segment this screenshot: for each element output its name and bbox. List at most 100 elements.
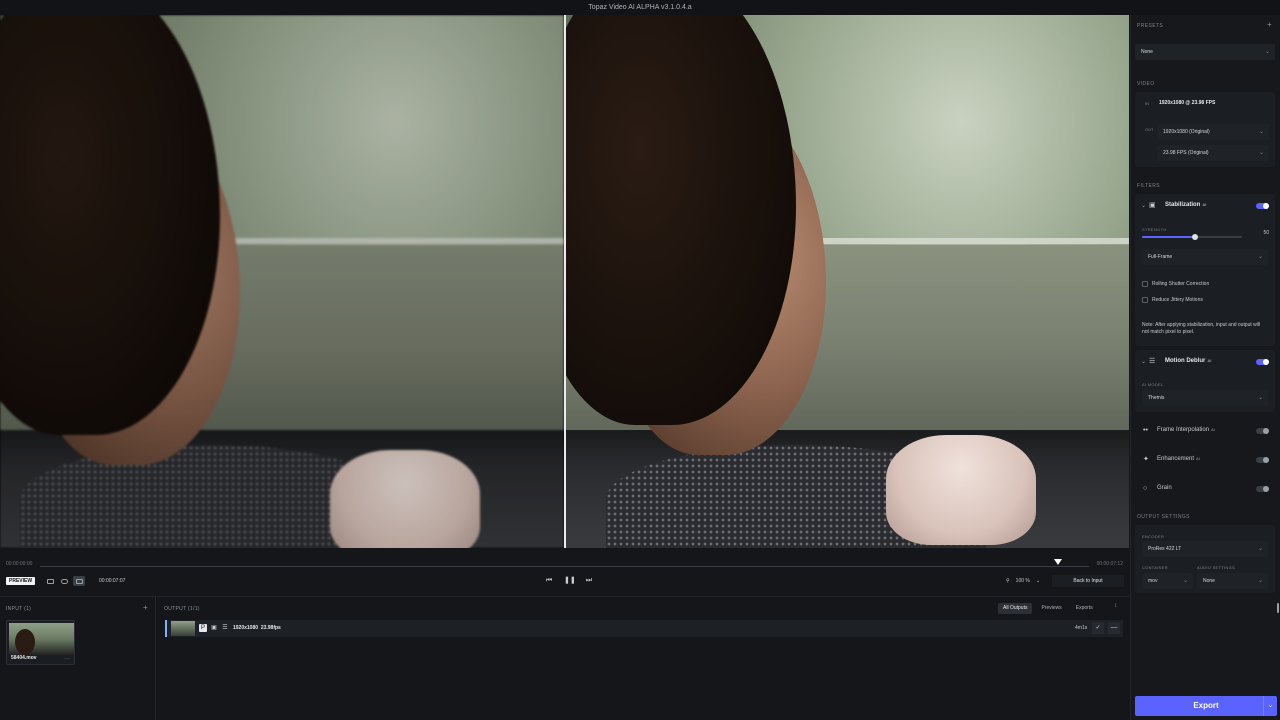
side-by-side-view-button[interactable] [73, 576, 85, 586]
preset-select[interactable]: None ⌄ [1135, 44, 1275, 60]
back-to-input-button[interactable]: Back to Input [1052, 575, 1124, 587]
stabilization-note: Note: After applying stabilization, inpu… [1142, 322, 1261, 335]
grain-title: Grain [1157, 485, 1172, 491]
output-frame-image [566, 15, 1129, 548]
tab-previews[interactable]: Previews [1036, 603, 1066, 614]
output-preview-pane[interactable] [566, 15, 1129, 548]
timeline-start-time: 00:00:00:00 [6, 561, 33, 567]
input-thumbnail [9, 623, 74, 655]
rolling-shutter-option[interactable]: Rolling Shutter Correction [1142, 281, 1209, 287]
add-preset-button[interactable]: + [1267, 20, 1272, 29]
tab-all-outputs[interactable]: All Outputs [998, 603, 1033, 614]
output-thumbnail [171, 621, 195, 636]
window-title: Topaz Video AI ALPHA v3.1.0.4.a [588, 4, 692, 11]
export-options-chevron-icon[interactable]: ⌄ [1263, 696, 1277, 716]
stabilization-mode-select[interactable]: Full-Frame ⌄ [1142, 249, 1268, 265]
more-options-icon[interactable]: ··· [64, 656, 70, 662]
sidebar-scrollbar[interactable] [1277, 603, 1279, 613]
output-resolution: 1920x1080 23.98fps [233, 625, 281, 631]
strength-slider-handle[interactable] [1192, 234, 1198, 240]
chevron-down-icon: ⌄ [1258, 150, 1264, 156]
export-button[interactable]: Export ⌄ [1135, 696, 1277, 716]
remove-output-button[interactable]: — [1108, 622, 1120, 634]
tab-exports[interactable]: Exports [1071, 603, 1098, 614]
audio-settings-select[interactable]: None ⌄ [1197, 573, 1268, 589]
reduce-jitter-checkbox[interactable] [1142, 297, 1148, 303]
frame-interpolation-row[interactable]: •• Frame Interpolation AI [1135, 419, 1275, 445]
encoder-select[interactable]: ProRes 422 LT ⌄ [1142, 541, 1268, 557]
grain-icon: ○ [1143, 485, 1148, 492]
next-frame-button[interactable]: ⏭ [584, 576, 594, 586]
grain-row[interactable]: ○ Grain [1135, 477, 1275, 503]
presets-section-title: PRESETS [1137, 23, 1164, 29]
zoom-control[interactable]: ⚲ 100 % ⌄ [1006, 576, 1040, 586]
stabilization-filter-icon: ▣ [211, 625, 217, 631]
strength-slider[interactable] [1142, 234, 1242, 240]
settings-sidebar: PRESETS + None ⌄ VIDEO IN 1920x1080 @ 23.… [1130, 15, 1280, 720]
previous-frame-button[interactable]: ⏮ [544, 576, 554, 586]
output-resolution-select[interactable]: 1920x1080 (Original) ⌄ [1157, 124, 1269, 140]
container-select[interactable]: mov ⌄ [1142, 573, 1193, 589]
motion-deblur-card: ⌄ ☰ Motion Deblur AI AI MODEL Themis ⌄ [1135, 350, 1275, 412]
output-settings-section-title: OUTPUT SETTINGS [1137, 514, 1190, 520]
preview-badge: PREVIEW [6, 577, 36, 585]
chevron-down-icon: ⌄ [1257, 254, 1263, 260]
stabilization-card: ⌄ ▣ Stabilization AI STRENGTH 50 Full-Fra… [1135, 194, 1275, 346]
timeline-bar: 00:00:00:00 00:00:07:12 PREVIEW 00:00:07… [0, 548, 1129, 596]
chevron-down-icon: ⌄ [1182, 578, 1188, 584]
frame-interpolation-title: Frame Interpolation AI [1157, 427, 1215, 433]
output-eta: 4m1s [1075, 625, 1088, 631]
timeline-scrubber[interactable] [40, 566, 1089, 567]
input-file-card[interactable]: 58404.mov ··· [6, 620, 75, 665]
grain-toggle[interactable] [1256, 486, 1269, 492]
split-view-button[interactable] [58, 576, 70, 586]
chevron-down-icon: ⌄ [1264, 49, 1270, 55]
chevron-down-icon: ⌄ [1257, 395, 1263, 401]
input-preview-pane[interactable] [0, 15, 564, 548]
collapse-chevron-icon[interactable]: ⌄ [1141, 358, 1146, 365]
ai-model-label: AI MODEL [1142, 382, 1164, 387]
enhancement-title: Enhancement AI [1157, 456, 1200, 462]
single-view-icon [46, 578, 54, 584]
side-by-side-icon [75, 578, 83, 584]
output-row[interactable]: P ▣ ☰ 1920x1080 23.98fps 4m1s ✓ — [165, 620, 1123, 637]
input-tag: IN [1145, 101, 1149, 106]
playhead-marker[interactable] [1054, 559, 1062, 565]
preview-type-icon: P [199, 624, 207, 632]
enhancement-row[interactable]: ✦ Enhancement AI [1135, 448, 1275, 474]
pause-button[interactable]: ❚❚ [564, 576, 576, 586]
sort-icon[interactable]: ↕ [1114, 603, 1117, 609]
motion-deblur-icon: ☰ [1149, 358, 1156, 365]
zoom-level: 100 % [1015, 578, 1030, 584]
filters-section-title: FILTERS [1137, 183, 1160, 189]
stabilization-icon: ▣ [1149, 202, 1156, 209]
audio-settings-label: AUDIO SETTINGS [1197, 565, 1235, 570]
reduce-jitter-option[interactable]: Reduce Jittery Motions [1142, 297, 1203, 303]
frame-interpolation-toggle[interactable] [1256, 428, 1269, 434]
chevron-down-icon: ⌄ [1257, 578, 1263, 584]
deblur-filter-icon: ☰ [222, 625, 228, 631]
motion-deblur-toggle[interactable] [1256, 359, 1269, 365]
title-bar: Topaz Video AI ALPHA v3.1.0.4.a [0, 0, 1280, 15]
rolling-shutter-checkbox[interactable] [1142, 281, 1148, 287]
zoom-chevron-icon: ⌄ [1035, 578, 1041, 584]
stabilization-toggle[interactable] [1256, 203, 1269, 209]
output-fps-select[interactable]: 23.98 FPS (Original) ⌄ [1157, 145, 1269, 161]
split-view-icon [60, 578, 68, 584]
input-video-spec: 1920x1080 @ 23.98 FPS [1159, 100, 1216, 106]
video-viewer[interactable] [0, 15, 1129, 548]
input-panel: INPUT (1) + 58404.mov ··· [0, 596, 156, 720]
add-input-button[interactable]: + [143, 603, 148, 612]
ai-model-select[interactable]: Themis ⌄ [1142, 390, 1268, 406]
video-settings-card: IN 1920x1080 @ 23.98 FPS OUT 1920x1080 (… [1135, 92, 1275, 167]
check-icon[interactable]: ✓ [1092, 622, 1104, 634]
output-tag: OUT [1145, 127, 1154, 132]
app-window: Topaz Video AI ALPHA v3.1.0.4.a 00:00:00… [0, 0, 1280, 720]
enhancement-toggle[interactable] [1256, 457, 1269, 463]
input-panel-title: INPUT (1) [6, 606, 32, 612]
single-view-button[interactable] [44, 576, 56, 586]
collapse-chevron-icon[interactable]: ⌄ [1141, 202, 1146, 209]
strength-label: STRENGTH [1142, 227, 1167, 232]
container-label: CONTAINER [1142, 565, 1168, 570]
output-panel-title: OUTPUT (1/1) [164, 606, 200, 612]
